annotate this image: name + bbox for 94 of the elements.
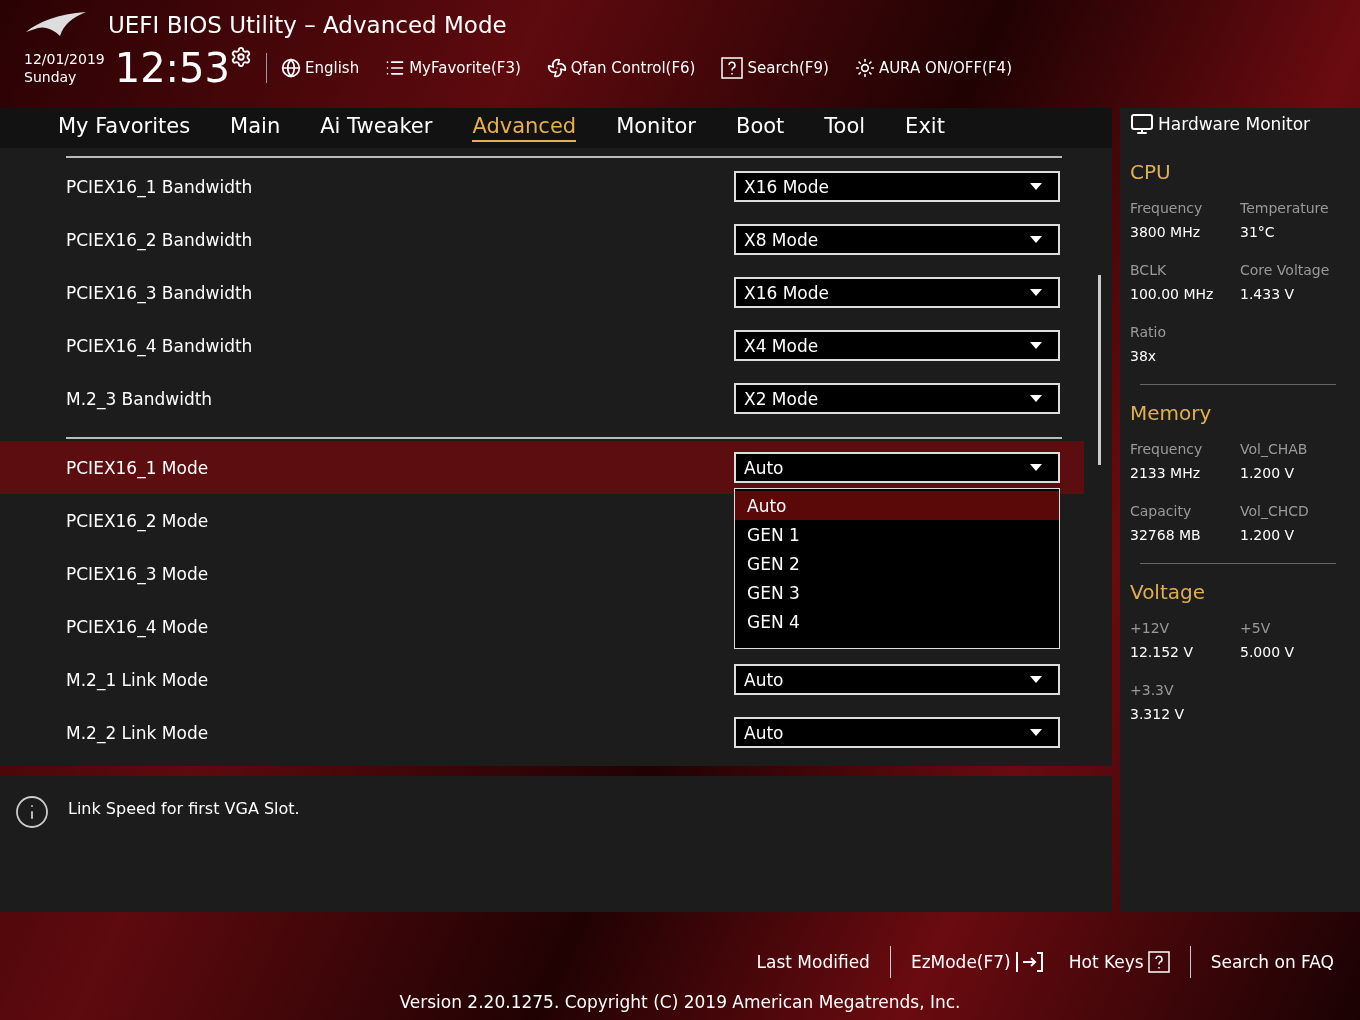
footer-link[interactable]: EzMode(F7) <box>898 951 1057 973</box>
footer-link[interactable]: Search on FAQ <box>1198 952 1346 972</box>
globe-icon <box>281 58 301 78</box>
caret-icon <box>1030 464 1042 471</box>
field-label: BCLK <box>1130 262 1168 278</box>
exit-icon <box>1014 951 1045 973</box>
setting-label: PCIEX16_2 Bandwidth <box>66 229 253 250</box>
caret-icon <box>1030 729 1042 736</box>
scrollbar-thumb[interactable] <box>1098 275 1101 465</box>
caret-icon <box>1030 395 1042 402</box>
caret-icon <box>1030 236 1042 243</box>
dropdown-select[interactable]: X8 Mode <box>734 224 1060 255</box>
caret-icon <box>1030 676 1042 683</box>
menu-tab[interactable]: Advanced <box>472 114 577 142</box>
field-value: 2133 MHz <box>1130 465 1202 481</box>
field-value: 31°C <box>1240 224 1276 240</box>
clock-text: 12:53 <box>114 46 230 90</box>
dropdown-option[interactable]: GEN 2 <box>735 549 1059 578</box>
menu-tab[interactable]: Monitor <box>616 114 696 142</box>
day-text: Sunday <box>24 68 78 86</box>
toolbar-button[interactable]: Search(F9) <box>721 57 829 79</box>
fan-icon <box>546 58 567 78</box>
footer-link[interactable]: Hot Keys <box>1056 951 1182 973</box>
menu-tab[interactable]: Main <box>230 114 281 142</box>
setting-label: PCIEX16_4 Bandwidth <box>66 335 253 356</box>
toolbar-button[interactable]: MyFavorite(F3) <box>385 58 521 78</box>
panel-title: Hardware Monitor <box>1158 114 1311 134</box>
dropdown-select[interactable]: Auto <box>734 664 1060 695</box>
dropdown-option[interactable]: GEN 3 <box>735 578 1059 607</box>
menu-tab[interactable]: My Favorites <box>58 114 191 142</box>
settings-icon[interactable] <box>230 46 252 68</box>
dropdown-select[interactable]: X16 Mode <box>734 277 1060 308</box>
field-label: Core Voltage <box>1240 262 1331 278</box>
date-text: 12/01/2019 <box>24 50 105 68</box>
dropdown-select[interactable]: X2 Mode <box>734 383 1060 414</box>
setting-label: M.2_3 Bandwidth <box>66 388 213 409</box>
setting-label: PCIEX16_4 Mode <box>66 616 209 637</box>
setting-label: M.2_1 Link Mode <box>66 669 209 690</box>
field-label: Capacity <box>1130 503 1193 519</box>
toolbar-button[interactable]: Qfan Control(F6) <box>546 58 696 78</box>
field-label: Ratio <box>1130 324 1167 340</box>
help-icon <box>1147 951 1170 973</box>
field-value: 3800 MHz <box>1130 224 1202 240</box>
field-label: Temperature <box>1240 200 1330 216</box>
help-text: Link Speed for first VGA Slot. <box>68 799 300 818</box>
section-title: Memory <box>1130 401 1213 425</box>
field-value: 12.152 V <box>1130 644 1194 660</box>
info-icon <box>14 794 50 830</box>
menu-tab[interactable]: Exit <box>905 114 945 142</box>
setting-label: M.2_2 Link Mode <box>66 722 209 743</box>
dropdown-option[interactable]: Auto <box>735 491 1059 520</box>
dropdown-select[interactable]: Auto <box>734 717 1060 748</box>
setting-label: PCIEX16_1 Bandwidth <box>66 176 253 197</box>
dropdown-select[interactable]: Auto <box>734 452 1060 483</box>
menu-tab[interactable]: Tool <box>824 114 866 142</box>
caret-icon <box>1030 183 1042 190</box>
field-label: +12V <box>1130 620 1171 636</box>
help-icon <box>721 57 744 79</box>
field-value: 38x <box>1130 348 1158 364</box>
field-label: Vol_CHCD <box>1240 503 1310 519</box>
menu-tab[interactable]: Boot <box>735 114 785 142</box>
toolbar-button[interactable]: AURA ON/OFF(F4) <box>854 58 1012 78</box>
caret-icon <box>1030 342 1042 349</box>
dropdown-select[interactable]: X16 Mode <box>734 171 1060 202</box>
field-label: Frequency <box>1130 200 1204 216</box>
setting-label: PCIEX16_2 Mode <box>66 510 209 531</box>
sun-icon <box>854 58 875 78</box>
list-icon <box>385 58 406 78</box>
field-value: 1.200 V <box>1240 465 1296 481</box>
field-value: 3.312 V <box>1130 706 1186 722</box>
setting-label: PCIEX16_1 Mode <box>66 457 209 478</box>
setting-label: PCIEX16_3 Mode <box>66 563 209 584</box>
section-title: CPU <box>1130 160 1172 184</box>
version-text: Version 2.20.1275. Copyright (C) 2019 American Megatrends, Inc. <box>399 992 961 1012</box>
monitor-icon <box>1130 112 1154 136</box>
window-title: UEFI BIOS Utility – Advanced Mode <box>108 12 507 38</box>
field-value: 100.00 MHz <box>1130 286 1215 302</box>
setting-label: PCIEX16_3 Bandwidth <box>66 282 253 303</box>
language-button[interactable]: English <box>281 58 360 78</box>
field-value: 32768 MB <box>1130 527 1202 543</box>
field-label: Vol_CHAB <box>1240 441 1309 457</box>
field-value: 1.200 V <box>1240 527 1296 543</box>
field-label: +5V <box>1240 620 1272 636</box>
menu-tab[interactable]: Ai Tweaker <box>320 114 433 142</box>
field-label: Frequency <box>1130 441 1204 457</box>
dropdown-option[interactable]: GEN 1 <box>735 520 1059 549</box>
dropdown-select[interactable]: X4 Mode <box>734 330 1060 361</box>
dropdown-option[interactable]: GEN 4 <box>735 607 1059 636</box>
field-value: 1.433 V <box>1240 286 1296 302</box>
footer-link[interactable]: Last Modified <box>744 952 882 972</box>
caret-icon <box>1030 289 1042 296</box>
field-value: 5.000 V <box>1240 644 1296 660</box>
field-label: +3.3V <box>1130 682 1175 698</box>
section-title: Voltage <box>1130 580 1207 604</box>
